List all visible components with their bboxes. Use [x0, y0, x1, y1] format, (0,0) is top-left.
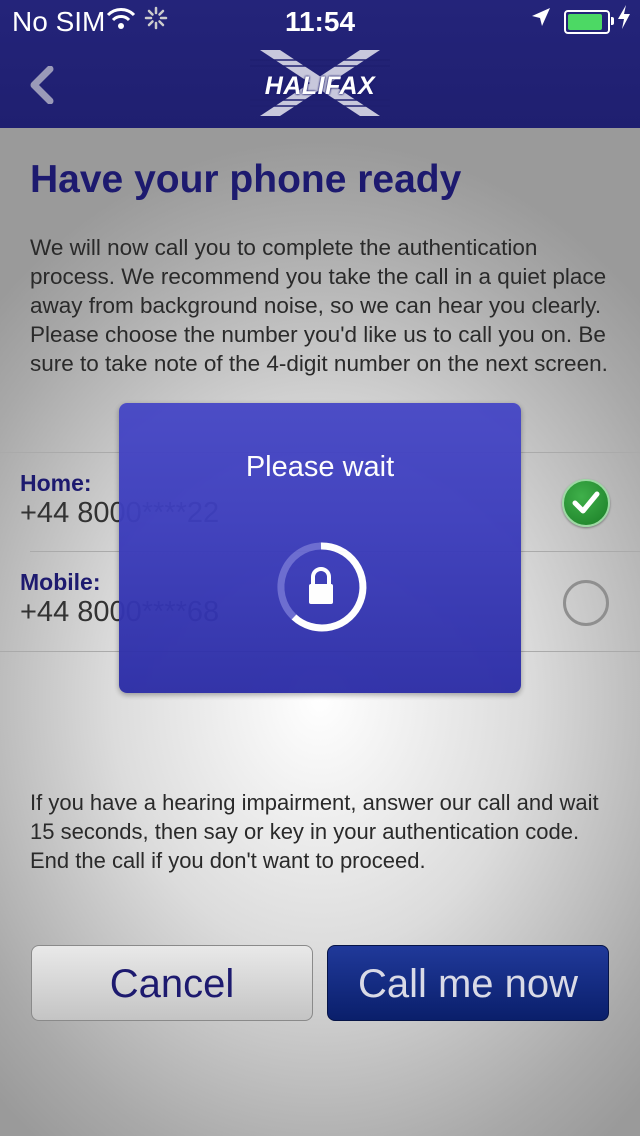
logo-text: HALIFAX: [264, 72, 376, 100]
battery-fill: [568, 14, 602, 30]
please-wait-dialog: Please wait: [119, 403, 521, 693]
status-bar: No SIM 11:54: [0, 0, 640, 40]
intro-text: We will now call you to complete the aut…: [30, 235, 608, 376]
halifax-logo: HALIFAX: [250, 46, 390, 120]
radio-unselected-icon: [563, 580, 609, 626]
hearing-impairment-note: If you have a hearing impairment, answer…: [30, 790, 599, 873]
lock-loading-icon: [274, 540, 368, 634]
chevron-left-icon: [30, 65, 54, 105]
location-arrow-icon: [530, 4, 552, 35]
option-label: Home:: [20, 470, 92, 496]
checkmark-icon: [562, 479, 610, 527]
page-title: Have your phone ready: [30, 158, 462, 201]
option-label: Mobile:: [20, 569, 101, 595]
top-bar: No SIM 11:54 HALIFAX: [0, 0, 640, 128]
call-me-now-button[interactable]: Call me now: [327, 945, 609, 1021]
cancel-button[interactable]: Cancel: [31, 945, 313, 1021]
dialog-title: Please wait: [245, 451, 395, 483]
charging-bolt-icon: [616, 4, 632, 37]
battery-icon: [564, 10, 614, 34]
back-button[interactable]: [26, 65, 56, 105]
